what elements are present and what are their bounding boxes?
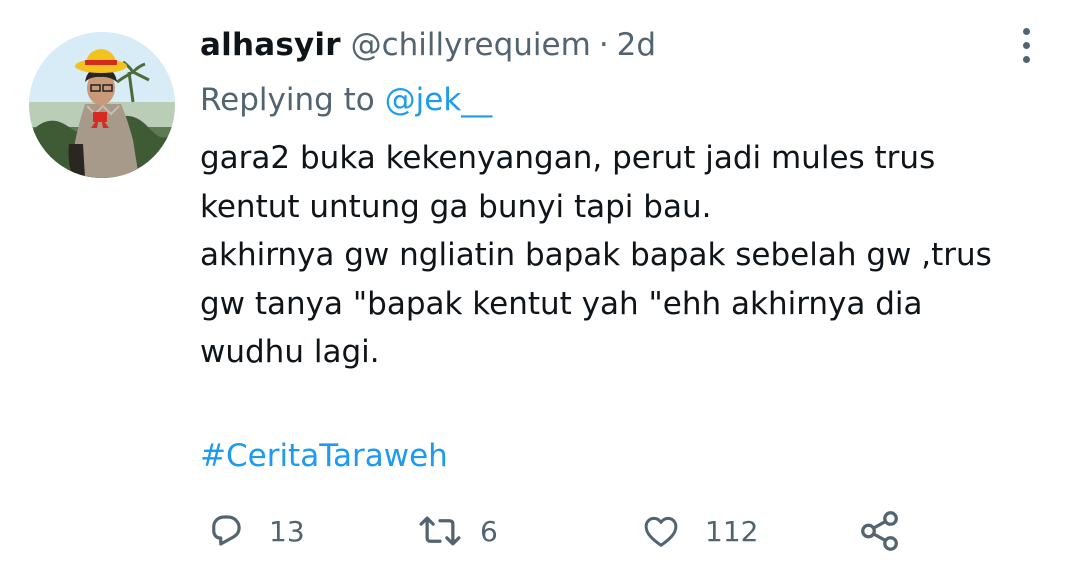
reply-icon — [212, 515, 241, 546]
action-bar: 13 6 112 — [0, 505, 1080, 557]
display-name[interactable]: alhasyir — [200, 27, 341, 63]
tweet-text-line: gara2 buka kekenyangan, perut jadi mules… — [200, 140, 936, 176]
heart-icon — [644, 516, 678, 547]
tweet-text-line: kentut untung ga bunyi tapi bau. — [200, 188, 712, 225]
retweet-button[interactable]: 6 — [416, 505, 498, 557]
tweet-text-line: gw tanya "bapak kentut yah "ehh akhirnya… — [200, 285, 923, 322]
hashtag-link[interactable]: #CeritaTaraweh — [200, 432, 448, 480]
retweet-icon — [419, 516, 461, 546]
avatar-image — [29, 32, 175, 178]
like-count: 112 — [705, 514, 759, 548]
reply-button[interactable]: 13 — [205, 505, 305, 557]
tweet-text-line: wudhu lagi. — [200, 334, 380, 370]
replying-mention[interactable]: @jek__ — [385, 82, 493, 118]
retweet-count: 6 — [480, 514, 498, 548]
share-button[interactable] — [857, 505, 903, 557]
tweet-header: alhasyir @chillyrequiem · 2d — [200, 22, 656, 68]
timestamp[interactable]: 2d — [617, 27, 656, 63]
replying-prefix: Replying to — [200, 82, 375, 118]
more-vertical-icon[interactable] — [1018, 28, 1036, 64]
tweet-text: gara2 buka kekenyangan, perut jadi mules… — [200, 134, 1060, 377]
separator-dot: · — [598, 27, 609, 63]
like-button[interactable]: 112 — [639, 505, 758, 557]
share-icon — [861, 511, 898, 551]
replying-to: Replying to @jek__ — [200, 77, 492, 123]
user-handle[interactable]: @chillyrequiem — [351, 27, 591, 63]
tweet-text-line: akhirnya gw ngliatin bapak bapak sebelah… — [200, 237, 992, 273]
avatar[interactable] — [29, 32, 175, 178]
tweet-card[interactable]: alhasyir @chillyrequiem · 2d Replying to @… — [0, 0, 1080, 581]
reply-count: 13 — [269, 514, 305, 548]
